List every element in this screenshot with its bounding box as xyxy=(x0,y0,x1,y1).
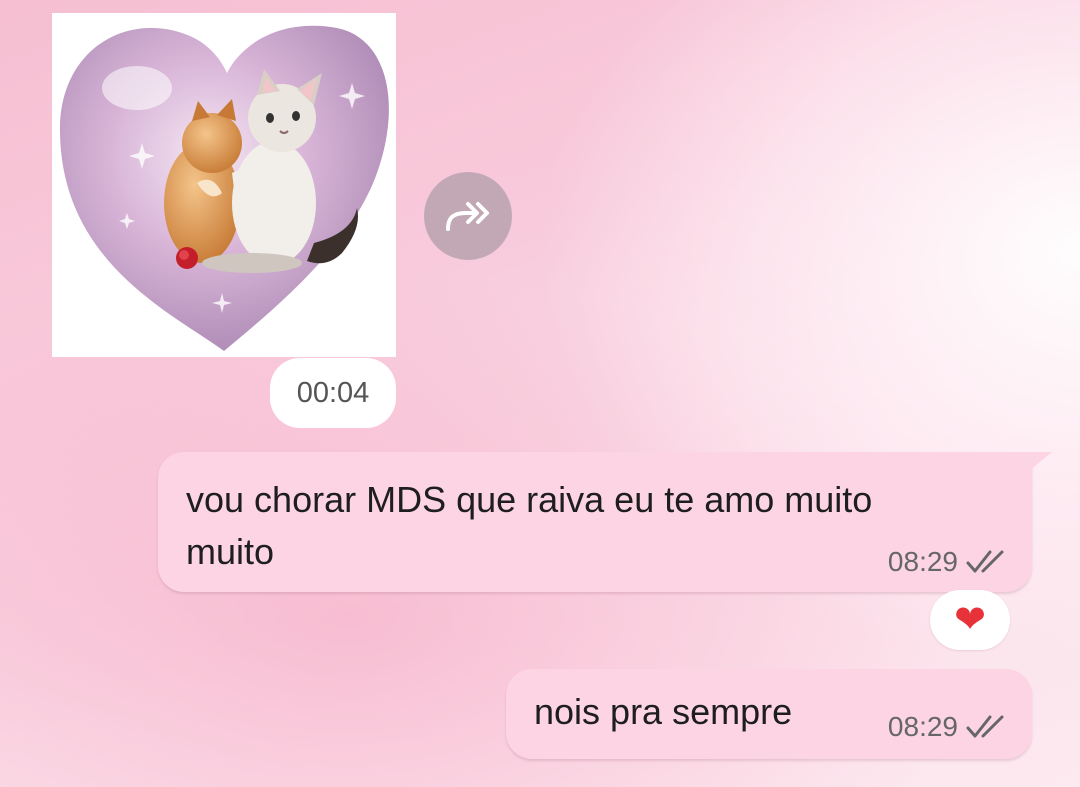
reaction-emoji: ❤ xyxy=(954,599,986,641)
message-time: 08:29 xyxy=(887,711,958,742)
heart-cats-image xyxy=(59,25,389,351)
media-duration-text: 00:04 xyxy=(296,376,370,409)
heart-reaction-icon[interactable]: ❤ xyxy=(930,590,1010,650)
message-text: nois pra sempre xyxy=(534,691,793,732)
double-check-icon xyxy=(966,713,1010,741)
media-duration-badge: 00:04 xyxy=(270,358,396,428)
forward-button[interactable] xyxy=(424,172,512,260)
message-time: 08:29 xyxy=(887,546,958,577)
message-bubble[interactable]: nois pra sempre 08:29 xyxy=(506,669,1032,759)
message-meta: 08:29 xyxy=(888,711,1010,743)
message-text: vou chorar MDS que raiva eu te amo muito… xyxy=(186,479,873,572)
message-bubble[interactable]: vou chorar MDS que raiva eu te amo muito… xyxy=(158,452,1052,592)
forward-icon xyxy=(446,202,489,231)
double-check-icon xyxy=(966,548,1010,576)
message-meta: 08:29 xyxy=(888,546,1010,578)
gif-media[interactable] xyxy=(52,13,396,357)
